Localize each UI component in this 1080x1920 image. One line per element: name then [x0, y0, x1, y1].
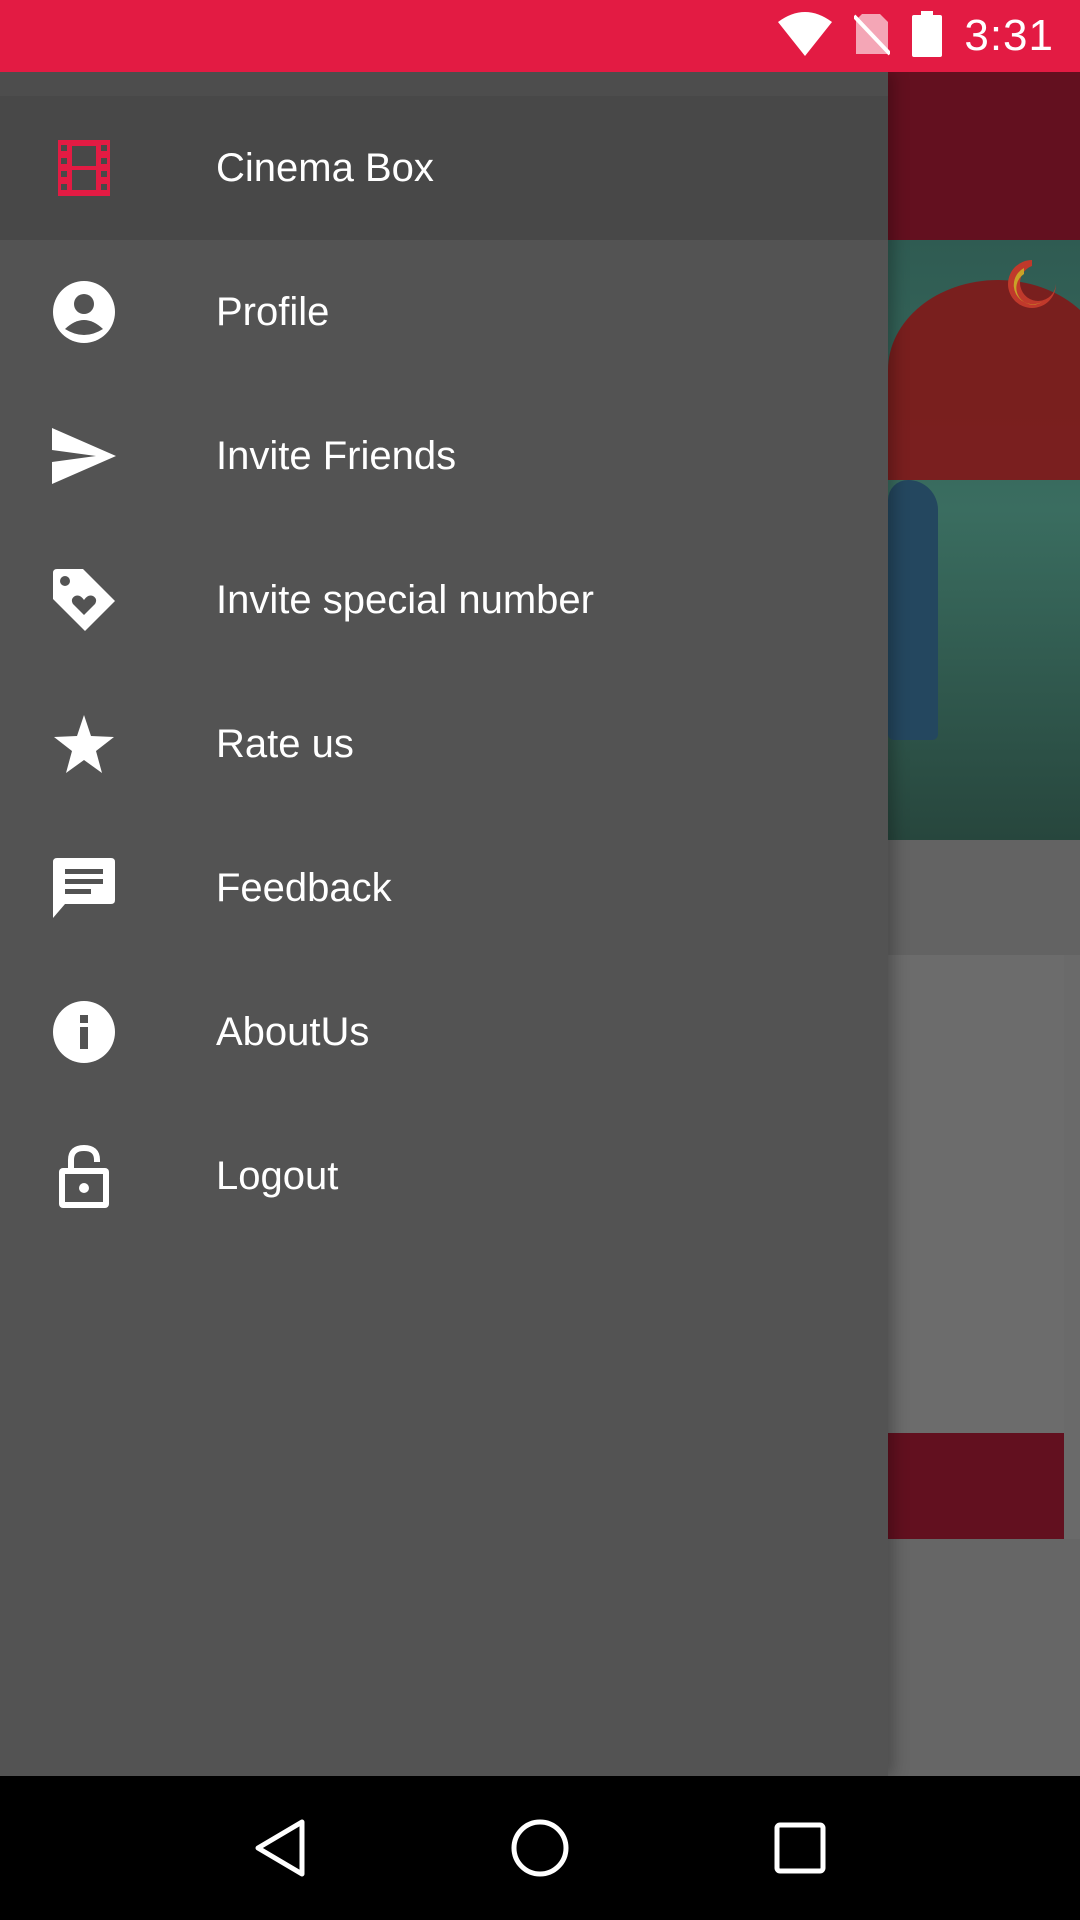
wifi-icon: [778, 12, 833, 60]
app-gap: [888, 840, 1080, 955]
drawer-item-label: Cinema Box: [216, 145, 434, 190]
drawer-item-label: Invite special number: [216, 577, 594, 622]
status-icons: 3:31: [778, 0, 1054, 72]
heart-tag-icon: [52, 568, 116, 632]
app-bottom-area: [888, 1539, 1080, 1776]
drawer-item-label: Rate us: [216, 721, 354, 766]
no-sim-icon: [852, 12, 892, 60]
recents-icon[interactable]: [760, 1808, 840, 1888]
back-icon[interactable]: [240, 1808, 320, 1888]
home-icon[interactable]: [500, 1808, 580, 1888]
navigation-drawer: Cinema Box Profile Invite Friends Invite…: [0, 72, 888, 1776]
drawer-item-feedback[interactable]: Feedback: [0, 816, 888, 960]
app-toolbar: [888, 72, 1080, 240]
drawer-item-label: Invite Friends: [216, 433, 457, 478]
battery-icon: [912, 11, 943, 61]
lock-open-icon: [52, 1144, 116, 1208]
drawer-item-logout[interactable]: Logout: [0, 1104, 888, 1248]
drawer-item-profile[interactable]: Profile: [0, 240, 888, 384]
status-bar: 3:31: [0, 0, 1080, 72]
drawer-item-about-us[interactable]: AboutUs: [0, 960, 888, 1104]
app-action-button: [888, 1433, 1064, 1539]
drawer-item-label: Feedback: [216, 865, 392, 910]
account-circle-icon: [52, 280, 116, 344]
send-icon: [52, 424, 116, 488]
drawer-item-label: Logout: [216, 1153, 339, 1198]
message-icon: [52, 856, 116, 920]
app-banner-image: [888, 240, 1080, 840]
drawer-item-invite-friends[interactable]: Invite Friends: [0, 384, 888, 528]
drawer-item-label: Profile: [216, 289, 330, 334]
system-navigation-bar: [0, 1776, 1080, 1920]
app-card: [888, 955, 1064, 1433]
drawer-item-label: AboutUs: [216, 1009, 370, 1054]
drawer-header-strip: [0, 72, 888, 96]
drawer-item-rate-us[interactable]: Rate us: [0, 672, 888, 816]
banner-logo: [1008, 260, 1056, 308]
drawer-item-invite-special-number[interactable]: Invite special number: [0, 528, 888, 672]
banner-figure: [888, 480, 938, 740]
info-icon: [52, 1000, 116, 1064]
drawer-item-cinema-box[interactable]: Cinema Box: [0, 96, 888, 240]
status-time: 3:31: [964, 11, 1054, 60]
star-icon: [52, 712, 116, 776]
film-strip-icon: [52, 136, 116, 200]
